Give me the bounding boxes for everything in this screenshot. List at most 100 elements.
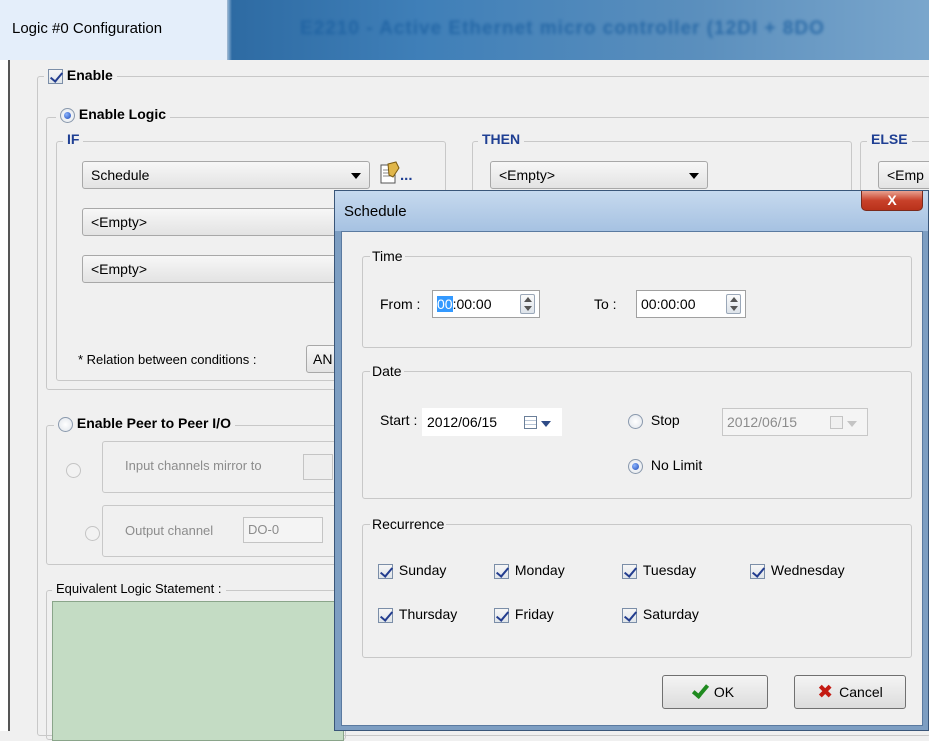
background-window-title: E2210 - Active Ethernet micro controller… <box>300 18 825 39</box>
monday-checkbox[interactable] <box>494 563 509 579</box>
start-date-picker[interactable]: 2012/06/15 <box>422 408 562 436</box>
schedule-dialog-title: Schedule <box>344 203 407 220</box>
if-condition-2-value: <Empty> <box>91 214 148 230</box>
main-window-titlebar[interactable]: Logic #0 Configuration E2210 - Active Et… <box>0 0 929 60</box>
close-icon[interactable]: X <box>861 191 923 211</box>
to-time-spinner[interactable]: 00:00:00 <box>636 290 746 318</box>
enable-logic-label: Enable Logic <box>78 106 167 122</box>
tuesday-label: Tuesday <box>642 562 697 578</box>
if-condition-1-value: Schedule <box>91 167 150 183</box>
cancel-x-icon: ✖ <box>817 682 834 703</box>
stop-date-value: 2012/06/15 <box>727 414 798 430</box>
thursday-checkbox-row[interactable]: Thursday <box>378 606 457 623</box>
recurrence-group <box>362 524 912 658</box>
no-limit-radio[interactable] <box>628 458 643 474</box>
start-label: Start : <box>380 412 418 428</box>
from-time-selected-part: 00 <box>437 296 453 312</box>
if-legend: IF <box>63 131 84 147</box>
schedule-dialog-titlebar[interactable]: Schedule X <box>335 191 928 231</box>
from-label: From : <box>380 296 421 312</box>
calendar-icon <box>830 416 843 429</box>
else-action-value: <Emp <box>887 167 924 183</box>
config-document-icon[interactable] <box>378 161 400 187</box>
else-action-select[interactable]: <Emp <box>878 161 929 189</box>
enable-peer-label: Enable Peer to Peer I/O <box>76 415 231 431</box>
enable-checkbox[interactable] <box>48 68 63 84</box>
output-channel-frame: Output channel DO-0 <box>102 505 342 557</box>
stop-label: Stop <box>650 412 680 428</box>
main-window-title-box: Logic #0 Configuration <box>0 0 228 60</box>
output-channel-radio[interactable] <box>84 525 100 541</box>
else-legend: ELSE <box>867 131 912 147</box>
spin-updown-icon[interactable] <box>520 294 535 314</box>
ok-button-label: OK <box>713 684 735 700</box>
date-legend: Date <box>370 363 404 379</box>
if-condition-2-select[interactable]: <Empty> <box>82 208 370 236</box>
schedule-dialog: Schedule X Time From : 00:00:00 To : 00:… <box>334 190 929 731</box>
stop-radio-row[interactable]: Stop <box>628 412 680 429</box>
spin-updown-icon[interactable] <box>726 294 741 314</box>
chevron-down-icon <box>847 421 857 427</box>
output-channel-select[interactable]: DO-0 <box>243 517 323 543</box>
time-legend: Time <box>370 248 405 264</box>
to-label: To : <box>594 296 617 312</box>
recurrence-legend: Recurrence <box>370 516 447 532</box>
tuesday-checkbox-row[interactable]: Tuesday <box>622 562 696 579</box>
stop-date-picker[interactable]: 2012/06/15 <box>722 408 868 436</box>
ok-button[interactable]: OK <box>662 675 768 709</box>
to-time-value: 00:00:00 <box>641 296 696 312</box>
enable-logic-radio[interactable] <box>60 107 75 123</box>
stop-radio[interactable] <box>628 413 643 429</box>
no-limit-label: No Limit <box>650 457 703 473</box>
enable-checkbox-row[interactable]: Enable <box>44 67 117 84</box>
if-condition-3-select[interactable]: <Empty> <box>82 255 370 283</box>
enable-peer-radio[interactable] <box>58 416 73 432</box>
sunday-checkbox-row[interactable]: Sunday <box>378 562 446 579</box>
output-channel-value: DO-0 <box>248 522 280 537</box>
output-channel-label: Output channel <box>125 523 214 538</box>
input-mirror-frame: Input channels mirror to <box>102 441 342 493</box>
monday-label: Monday <box>514 562 565 578</box>
input-mirror-config-button[interactable] <box>303 454 333 480</box>
friday-checkbox-row[interactable]: Friday <box>494 606 554 623</box>
monday-checkbox-row[interactable]: Monday <box>494 562 565 579</box>
sunday-label: Sunday <box>398 562 447 578</box>
cancel-button-label: Cancel <box>839 684 883 700</box>
tuesday-checkbox[interactable] <box>622 563 637 579</box>
saturday-checkbox[interactable] <box>622 607 637 623</box>
enable-logic-radio-row[interactable]: Enable Logic <box>56 106 171 123</box>
from-time-spinner[interactable]: 00:00:00 <box>432 290 540 318</box>
relation-label: * Relation between conditions : <box>78 352 257 367</box>
input-mirror-label: Input channels mirror to <box>125 458 262 473</box>
wednesday-label: Wednesday <box>770 562 845 578</box>
chevron-down-icon <box>351 173 361 179</box>
chevron-down-icon <box>689 173 699 179</box>
cancel-button[interactable]: ✖ Cancel <box>794 675 906 709</box>
saturday-label: Saturday <box>642 606 699 622</box>
relation-value: AN <box>313 351 333 367</box>
then-action-select[interactable]: <Empty> <box>490 161 708 189</box>
chevron-down-icon <box>541 421 551 427</box>
thursday-label: Thursday <box>398 606 458 622</box>
schedule-dialog-content: Time From : 00:00:00 To : 00:00:00 Date … <box>341 231 923 726</box>
if-condition-1-more-link[interactable]: ... <box>400 167 413 184</box>
then-action-value: <Empty> <box>499 167 556 183</box>
equivalent-label: Equivalent Logic Statement : <box>52 581 226 596</box>
left-window-edge <box>0 60 8 731</box>
wednesday-checkbox[interactable] <box>750 563 765 579</box>
calendar-icon <box>524 416 537 429</box>
enable-peer-radio-row[interactable]: Enable Peer to Peer I/O <box>54 415 235 432</box>
main-window-title: Logic #0 Configuration <box>12 20 163 37</box>
input-mirror-radio[interactable] <box>66 462 81 478</box>
equivalent-statement-box <box>52 601 344 741</box>
saturday-checkbox-row[interactable]: Saturday <box>622 606 699 623</box>
friday-checkbox[interactable] <box>494 607 509 623</box>
start-date-value: 2012/06/15 <box>427 414 498 430</box>
if-condition-1-select[interactable]: Schedule <box>82 161 370 189</box>
no-limit-radio-row[interactable]: No Limit <box>628 457 702 474</box>
sunday-checkbox[interactable] <box>378 563 393 579</box>
from-time-rest: :00:00 <box>452 296 492 312</box>
wednesday-checkbox-row[interactable]: Wednesday <box>750 562 845 579</box>
checkmark-icon <box>691 680 709 700</box>
thursday-checkbox[interactable] <box>378 607 393 623</box>
